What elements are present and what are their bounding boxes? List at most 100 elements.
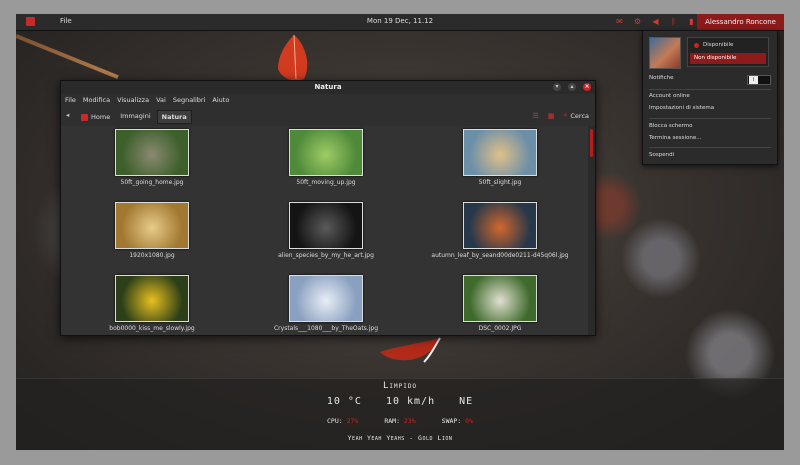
breadcrumb-home-label: Home: [91, 113, 111, 121]
search-label: Cerca: [570, 111, 589, 120]
menu-segnalibri[interactable]: Segnalibri: [173, 94, 206, 106]
top-panel: File Mon 19 Dec, 11.12 ✉ ⚙ ◀ ᛒ ▮ ◢ Aless…: [16, 14, 784, 31]
window-titlebar[interactable]: Natura ▾ ▴ ×: [61, 81, 595, 94]
file-name: alien_species_by_my_he_art.jpg: [278, 252, 374, 259]
user-menu-button[interactable]: Alessandro Roncone: [697, 14, 784, 30]
file-item[interactable]: 50ft_going_home.jpg: [65, 129, 239, 186]
file-item[interactable]: bob0000_kiss_me_slowly.jpg: [65, 275, 239, 332]
system-stats: CPU: 27% RAM: 23% SWAP: 0%: [16, 417, 784, 425]
menu-file[interactable]: File: [65, 94, 76, 106]
breadcrumb-images[interactable]: Immagini: [116, 110, 154, 124]
menu-item-account-online[interactable]: Account online: [649, 93, 690, 99]
file-name: 50ft_going_home.jpg: [120, 179, 184, 186]
file-item[interactable]: DSC_0002.JPG: [413, 275, 587, 332]
breadcrumb-current[interactable]: Natura: [156, 110, 192, 124]
home-icon: [81, 113, 88, 121]
file-name: Crystals___1080___by_TheOats.jpg: [273, 325, 378, 332]
window-buttons: ▾ ▴ ×: [553, 83, 591, 91]
swap-value: 0%: [465, 417, 473, 425]
scrollbar[interactable]: [588, 126, 595, 335]
notifications-toggle[interactable]: I: [747, 75, 771, 85]
file-thumbnail: [463, 129, 537, 176]
back-arrow-icon[interactable]: ◂: [66, 111, 69, 119]
file-item[interactable]: 50ft_moving_up.jpg: [239, 129, 413, 186]
gear-icon[interactable]: ⚙: [633, 17, 642, 26]
file-thumbnail: [115, 202, 189, 249]
maximize-icon[interactable]: ▴: [568, 83, 576, 91]
notifications-label: Notifiche: [649, 75, 674, 81]
bluetooth-icon[interactable]: ᛒ: [669, 17, 678, 26]
window-title: Natura: [314, 83, 342, 91]
notifications-row: Notifiche I: [649, 75, 771, 85]
list-view-icon[interactable]: ☰: [533, 112, 539, 120]
scrollbar-thumb[interactable]: [590, 129, 593, 157]
wind-speed: 10 km/h: [385, 396, 436, 407]
swap-label: SWAP:: [441, 417, 462, 425]
status-unavailable-label: Non disponibile: [694, 55, 737, 61]
file-name: bob0000_kiss_me_slowly.jpg: [109, 325, 195, 332]
file-item[interactable]: alien_species_by_my_he_art.jpg: [239, 202, 413, 259]
toggle-knob: I: [749, 76, 758, 84]
avatar: [649, 37, 681, 69]
toolbar: ◂ Home Immagini Natura ☰ ▦ ⌕ Cerca: [61, 106, 595, 126]
status-dot-icon: [694, 43, 699, 48]
breadcrumb: Home Immagini Natura: [77, 110, 192, 124]
file-grid-area: 50ft_going_home.jpg 50ft_moving_up.jpg 50f…: [61, 126, 588, 335]
now-playing: Yeah Yeah Yeahs - Gold Lion: [347, 434, 453, 442]
file-item[interactable]: autumn_leaf_by_seand00de0211-d45q06l.jpg: [413, 202, 587, 259]
mail-icon[interactable]: ✉: [615, 17, 624, 26]
toolbar-actions: ☰ ▦ ⌕ Cerca: [533, 111, 589, 120]
desktop: File Mon 19 Dec, 11.12 ✉ ⚙ ◀ ᛒ ▮ ◢ Aless…: [16, 14, 784, 450]
search-button[interactable]: ⌕ Cerca: [563, 111, 589, 120]
menu-item-suspend[interactable]: Sospendi: [649, 152, 674, 158]
file-thumbnail: [289, 129, 363, 176]
file-name: 50ft_slight.jpg: [478, 179, 522, 186]
close-icon[interactable]: ×: [583, 83, 591, 91]
menu-aiuto[interactable]: Aiuto: [212, 94, 229, 106]
menu-item-logout[interactable]: Termina sessione...: [649, 135, 701, 141]
cpu-value: 27%: [346, 417, 359, 425]
weather-widget: Limpido 10 °C 10 km/h NE CPU: 27% RAM: 2…: [16, 378, 784, 450]
file-thumbnail: [289, 202, 363, 249]
menu-item-lock-screen[interactable]: Blocca schermo: [649, 123, 692, 129]
wallpaper-leaf-bottom: [380, 337, 441, 363]
user-status-popup: Disponibile Non disponibile Notifiche I …: [642, 30, 778, 165]
status-available-label: Disponibile: [703, 42, 734, 48]
file-thumbnail: [463, 275, 537, 322]
menu-divider: [649, 89, 771, 90]
file-name: autumn_leaf_by_seand00de0211-d45q06l.jpg: [431, 252, 569, 259]
menu-visualizza[interactable]: Visualizza: [117, 94, 149, 106]
weather-row: 10 °C 10 km/h NE: [16, 396, 784, 407]
file-item[interactable]: Crystals___1080___by_TheOats.jpg: [239, 275, 413, 332]
file-item[interactable]: 50ft_slight.jpg: [413, 129, 587, 186]
file-thumbnail: [115, 129, 189, 176]
menubar: File Modifica Visualizza Vai Segnalibri …: [61, 94, 595, 106]
file-thumbnail: [289, 275, 363, 322]
ram-stat: RAM: 23%: [384, 417, 415, 425]
volume-icon[interactable]: ◀: [651, 17, 660, 26]
status-selector: Disponibile Non disponibile: [687, 37, 769, 67]
swap-stat: SWAP: 0%: [442, 417, 473, 425]
minimize-icon[interactable]: ▾: [553, 83, 561, 91]
ram-label: RAM:: [384, 417, 400, 425]
breadcrumb-home[interactable]: Home: [77, 110, 114, 124]
cpu-stat: CPU: 27%: [327, 417, 358, 425]
cpu-label: CPU:: [327, 417, 343, 425]
menu-vai[interactable]: Vai: [156, 94, 166, 106]
battery-icon[interactable]: ▮: [687, 17, 696, 26]
menu-divider: [649, 147, 771, 148]
status-available-option[interactable]: Disponibile: [690, 40, 766, 51]
status-unavailable-option[interactable]: Non disponibile: [690, 53, 766, 64]
file-name: DSC_0002.JPG: [478, 325, 522, 332]
menu-item-system-settings[interactable]: Impostazioni di sistema: [649, 105, 714, 111]
file-item[interactable]: 1920x1080.jpg: [65, 202, 239, 259]
file-thumbnail: [115, 275, 189, 322]
search-icon: ⌕: [563, 111, 568, 119]
wallpaper-leaf-top: [278, 34, 308, 81]
grid-view-icon[interactable]: ▦: [548, 112, 555, 120]
menu-modifica[interactable]: Modifica: [83, 94, 110, 106]
weather-condition: Limpido: [382, 381, 418, 391]
wind-direction: NE: [459, 396, 474, 407]
file-name: 50ft_moving_up.jpg: [296, 179, 356, 186]
ram-value: 23%: [403, 417, 416, 425]
